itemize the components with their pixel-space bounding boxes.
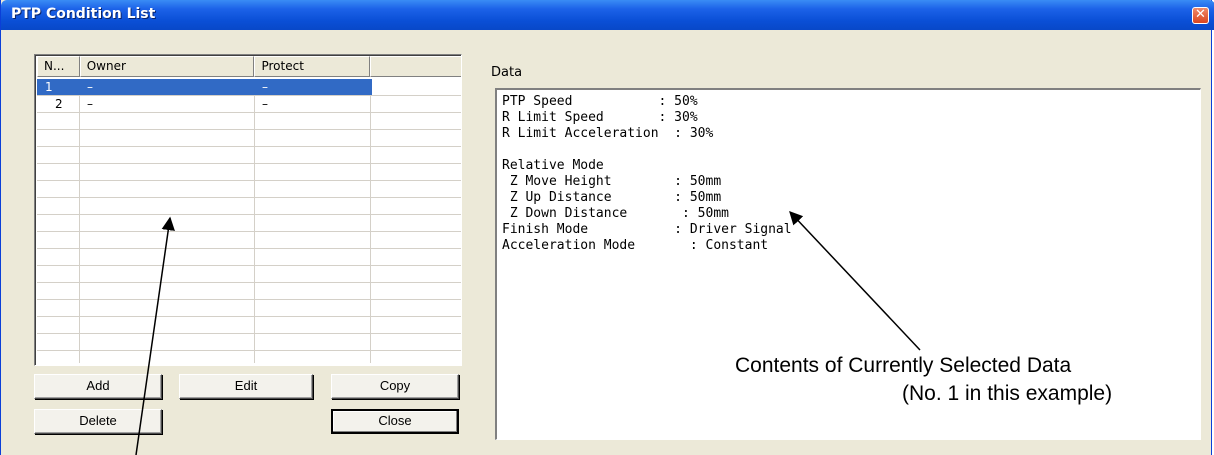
close-button[interactable]: Close [331, 409, 459, 434]
table-row[interactable]: 1 – – [37, 79, 461, 96]
row-protect: – [262, 80, 268, 94]
row-no: 2 [55, 97, 63, 111]
row-owner: – [87, 97, 93, 111]
title-bar[interactable]: PTP Condition List ✕ [1, 0, 1214, 30]
data-line: Z Up Distance : 50mm [502, 190, 722, 205]
condition-list[interactable]: N... Owner Protect 1 – – 2 – – [34, 54, 462, 366]
empty-row [37, 232, 461, 249]
empty-row [37, 300, 461, 317]
list-header: N... Owner Protect [37, 56, 461, 77]
empty-row [37, 317, 461, 334]
window-close-icon[interactable]: ✕ [1192, 7, 1209, 24]
ptp-condition-list-window: PTP Condition List ✕ N... Owner Protect … [0, 0, 1214, 455]
empty-row [37, 181, 461, 198]
copy-button[interactable]: Copy [331, 374, 459, 399]
empty-row [37, 147, 461, 164]
empty-row [37, 351, 461, 365]
data-line: Acceleration Mode : Constant [502, 238, 769, 253]
empty-row [37, 334, 461, 351]
data-line: Finish Mode : Driver Signal [502, 222, 792, 237]
empty-row [37, 130, 461, 147]
data-line: Relative Mode [502, 158, 604, 173]
empty-row [37, 113, 461, 130]
row-owner: – [87, 80, 93, 94]
add-button[interactable]: Add [34, 374, 162, 399]
data-line: PTP Speed : 50% [502, 94, 698, 109]
column-header-protect[interactable]: Protect [254, 56, 370, 77]
column-header-no[interactable]: N... [37, 56, 80, 77]
empty-row [37, 283, 461, 300]
table-row[interactable]: 2 – – [37, 96, 461, 113]
delete-button[interactable]: Delete [34, 409, 162, 434]
column-header-blank [369, 56, 461, 77]
data-line: R Limit Acceleration : 30% [502, 126, 714, 141]
data-line: Z Move Height : 50mm [502, 174, 722, 189]
empty-row [37, 249, 461, 266]
empty-row [37, 164, 461, 181]
data-panel[interactable]: PTP Speed : 50% R Limit Speed : 30% R Li… [495, 88, 1201, 440]
data-line: Z Down Distance : 50mm [502, 206, 729, 221]
empty-row [37, 266, 461, 283]
column-header-owner[interactable]: Owner [79, 56, 255, 77]
list-rows: 1 – – 2 – – [37, 79, 461, 365]
empty-row [37, 215, 461, 232]
edit-button[interactable]: Edit [179, 374, 313, 399]
data-line: R Limit Speed : 30% [502, 110, 698, 125]
annotation-caption-line-1: Contents of Currently Selected Data [735, 354, 1072, 377]
window-title: PTP Condition List [11, 6, 156, 22]
annotation-caption-line-2: (No. 1 in this example) [902, 382, 1113, 405]
data-label: Data [491, 65, 523, 80]
empty-row [37, 198, 461, 215]
row-no: 1 [45, 80, 53, 94]
row-protect: – [262, 97, 268, 111]
